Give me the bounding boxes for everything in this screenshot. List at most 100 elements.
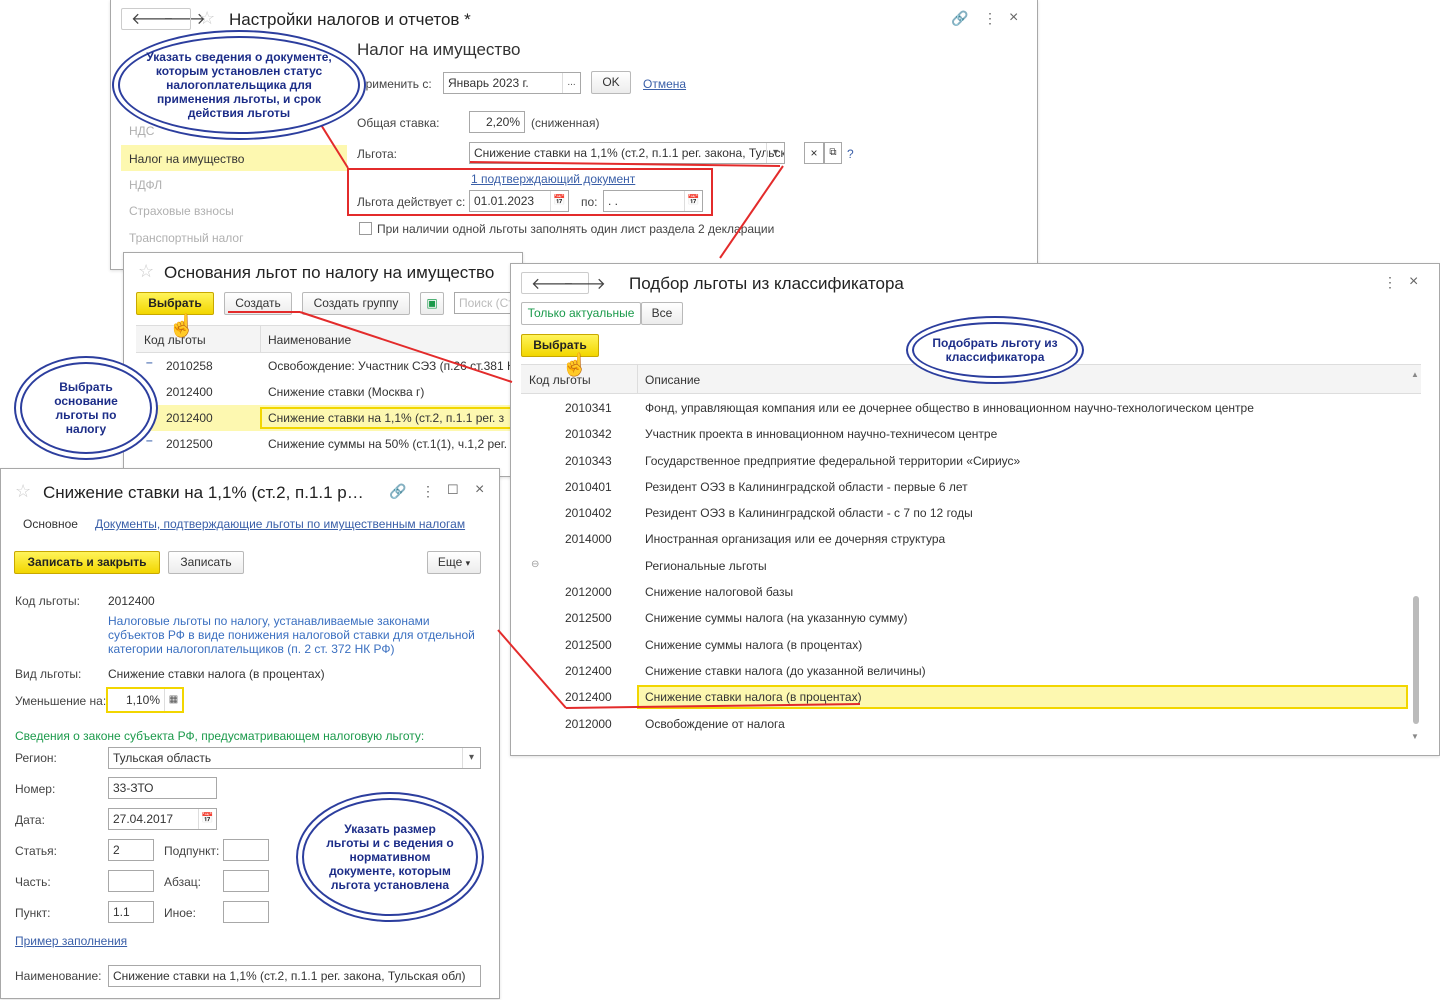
add-document-button[interactable]: ▣ <box>420 292 444 315</box>
open-benefit-button[interactable]: ⧉ <box>824 142 842 164</box>
scroll-up-icon[interactable]: ▲ <box>1411 370 1419 379</box>
table-row[interactable]: 2012500 Снижение суммы налога (в процента… <box>521 632 1411 658</box>
more-icon[interactable]: ⋮ <box>1383 274 1397 291</box>
sidebar-item-ndfl[interactable]: НДФЛ <box>129 178 162 192</box>
paragraph-label: Абзац: <box>164 875 201 889</box>
article-field[interactable]: 2 <box>108 839 154 861</box>
confirming-docs-link[interactable]: 1 подтверждающий документ <box>471 172 635 186</box>
reduce-field[interactable]: 1,10% ▦ <box>106 687 184 713</box>
code-description-line3: категории налогоплательщиков (п. 2 ст. 3… <box>108 642 395 656</box>
column-name[interactable]: Наименование <box>268 333 351 347</box>
favorite-star-icon[interactable]: ☆ <box>138 261 154 282</box>
table-row[interactable]: 2012000 Снижение налоговой базы <box>521 579 1411 605</box>
table-row[interactable]: –2012500 Снижение суммы на 50% (ст.1(1), … <box>136 431 524 457</box>
ok-button[interactable]: OK <box>591 71 631 94</box>
point-field[interactable]: 1.1 <box>108 901 154 923</box>
more-icon[interactable]: ⋮ <box>983 10 997 27</box>
cancel-link[interactable]: Отмена <box>643 77 686 91</box>
clear-benefit-button[interactable]: × <box>804 142 824 164</box>
table-row[interactable]: 2012500 Снижение суммы налога (на указанн… <box>521 605 1411 631</box>
sidebar-item-property-tax[interactable]: Налог на имущество <box>121 145 347 171</box>
scrollbar[interactable]: ▲ ▼ <box>1411 370 1421 742</box>
apply-period-field[interactable]: Январь 2023 г.... <box>443 72 581 94</box>
select-button[interactable]: Выбрать <box>136 292 214 315</box>
close-icon[interactable]: × <box>1409 273 1418 291</box>
close-icon[interactable]: × <box>1009 9 1018 27</box>
rate-field[interactable]: 2,20% <box>469 111 525 133</box>
name-field[interactable]: Снижение ставки на 1,1% (ст.2, п.1.1 рег… <box>108 965 481 987</box>
table-row[interactable]: 2014000 Иностранная организация или ее до… <box>521 526 1411 552</box>
ellipsis-icon[interactable]: ... <box>562 73 580 93</box>
create-button[interactable]: Создать <box>224 292 292 315</box>
more-icon[interactable]: ⋮ <box>421 483 435 500</box>
sidebar-item-vat[interactable]: НДС <box>129 124 154 138</box>
code-value: 2012400 <box>108 594 155 608</box>
calculator-icon[interactable]: ▦ <box>164 689 182 711</box>
subpoint-field[interactable] <box>223 839 269 861</box>
date-field[interactable]: 27.04.2017 📅 <box>108 808 217 830</box>
row-name: Освобождение: Участник СЭЗ (п.26 ст.381 … <box>268 359 516 373</box>
scroll-down-icon[interactable]: ▼ <box>1411 732 1419 741</box>
date-value: 27.04.2017 <box>113 812 174 826</box>
region-value: Тульская область <box>113 751 212 765</box>
forward-arrow-icon[interactable]: 🡒 <box>563 273 606 294</box>
table-row-selected[interactable]: 2012400 Снижение ставки налога (в процент… <box>521 684 1411 710</box>
table-row[interactable]: –2012400 Снижение ставки (Москва г) <box>136 379 524 405</box>
part-field[interactable] <box>108 870 154 892</box>
save-button[interactable]: Записать <box>168 551 244 574</box>
region-field[interactable]: Тульская область ▾ <box>108 747 481 769</box>
link-icon[interactable]: 🔗 <box>951 10 968 27</box>
calendar-icon[interactable]: 📅 <box>198 809 216 829</box>
benefit-field[interactable]: Снижение ставки на 1,1% (ст.2, п.1.1 рег… <box>469 142 785 164</box>
example-link[interactable]: Пример заполнения <box>15 934 127 948</box>
table-row[interactable]: 2010343 Государственное предприятие федер… <box>521 448 1411 474</box>
dropdown-icon[interactable]: ▾ <box>766 143 784 163</box>
kind-value: Снижение ставки налога (в процентах) <box>108 667 325 681</box>
favorite-star-icon[interactable]: ☆ <box>199 8 215 29</box>
row-description: Государственное предприятие федеральной … <box>645 454 1021 468</box>
collapse-group-icon[interactable]: ⊖ <box>531 559 539 570</box>
maximize-icon[interactable]: ☐ <box>447 482 459 498</box>
reduce-label: Уменьшение на: <box>15 694 107 708</box>
create-group-button[interactable]: Создать группу <box>302 292 410 315</box>
scroll-thumb[interactable] <box>1413 596 1419 724</box>
table-row[interactable]: 2012000 Освобождение от налога <box>521 711 1411 737</box>
column-description[interactable]: Описание <box>645 373 700 387</box>
table-row[interactable]: 2010402 Резидент ОЭЗ в Калининградской об… <box>521 500 1411 526</box>
table-row[interactable]: 2010342 Участник проекта в инновационном … <box>521 421 1411 447</box>
calendar-icon[interactable]: 📅 <box>684 191 702 211</box>
other-field[interactable] <box>223 901 269 923</box>
more-button[interactable]: Еще ▾ <box>427 551 481 574</box>
sidebar-item-insurance[interactable]: Страховые взносы <box>129 204 234 218</box>
tab-documents[interactable]: Документы, подтверждающие льготы по имущ… <box>95 517 465 531</box>
help-icon[interactable]: ? <box>847 147 854 161</box>
to-label: по: <box>581 195 598 209</box>
row-description: Региональные льготы <box>645 559 767 573</box>
number-field[interactable]: 33-ЗТО <box>108 777 217 799</box>
tab-main[interactable]: Основное <box>23 517 78 531</box>
table-row-selected[interactable]: –2012400Снижение ставки на 1,1% (ст.2, п… <box>136 405 524 431</box>
table-row[interactable]: 2010341 Фонд, управляющая компания или ее… <box>521 395 1411 421</box>
bases-list: –2010258 Освобождение: Участник СЭЗ (п.26… <box>136 353 524 463</box>
valid-from-field[interactable]: 01.01.2023 📅 <box>469 190 569 212</box>
table-row[interactable]: 2012400 Снижение ставки налога (до указан… <box>521 658 1411 684</box>
tab-only-actual[interactable]: Только актуальные <box>521 302 641 325</box>
calendar-icon[interactable]: 📅 <box>550 191 568 211</box>
reduce-value: 1,10% <box>126 693 161 707</box>
table-row[interactable]: –2010258 Освобождение: Участник СЭЗ (п.26… <box>136 353 524 379</box>
table-row[interactable]: 2010401 Резидент ОЭЗ в Калининградской об… <box>521 474 1411 500</box>
save-close-button[interactable]: Записать и закрыть <box>14 551 160 574</box>
one-sheet-checkbox[interactable] <box>359 222 372 235</box>
valid-to-field[interactable]: . . 📅 <box>603 190 703 212</box>
dropdown-icon[interactable]: ▾ <box>462 748 480 768</box>
group-row[interactable]: ⊖ Региональные льготы <box>521 553 1411 579</box>
number-label: Номер: <box>15 782 56 796</box>
paragraph-field[interactable] <box>223 870 269 892</box>
row-code: 2012000 <box>565 717 612 731</box>
favorite-star-icon[interactable]: ☆ <box>15 481 31 502</box>
sidebar-item-transport[interactable]: Транспортный налог <box>129 231 244 245</box>
link-icon[interactable]: 🔗 <box>389 483 406 500</box>
close-icon[interactable]: × <box>475 481 484 499</box>
code-label: Код льготы: <box>15 594 80 608</box>
tab-all[interactable]: Все <box>641 302 683 325</box>
